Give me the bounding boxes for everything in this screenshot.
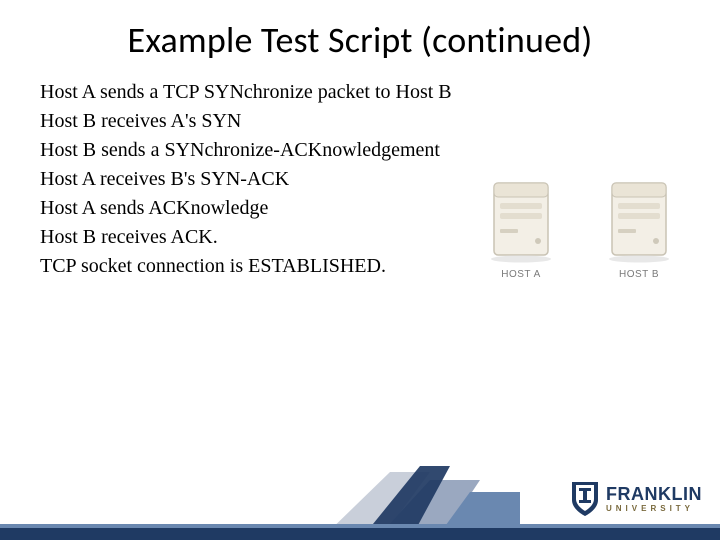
body-text: Host A sends a TCP SYNchronize packet to… [40, 78, 480, 281]
body-line: Host B receives ACK. [40, 223, 480, 252]
server-tower-icon [486, 179, 556, 263]
body-line: TCP socket connection is ESTABLISHED. [40, 252, 480, 281]
footer-base-bar [0, 528, 720, 540]
host-a-label: HOST A [501, 269, 541, 280]
body-line: Host A sends ACKnowledge [40, 194, 480, 223]
slide-footer: FRANKLIN UNIVERSITY [0, 460, 720, 540]
logo-subname: UNIVERSITY [606, 505, 702, 513]
logo-text: FRANKLIN UNIVERSITY [606, 485, 702, 513]
hosts-illustration: HOST A HOST B [475, 160, 685, 280]
logo-name: FRANKLIN [606, 485, 702, 503]
host-a: HOST A [475, 179, 567, 280]
server-tower-icon [604, 179, 674, 263]
host-b: HOST B [593, 179, 685, 280]
body-line: Host A receives B's SYN-ACK [40, 165, 480, 194]
franklin-logo: FRANKLIN UNIVERSITY [570, 480, 702, 518]
body-line: Host A sends a TCP SYNchronize packet to… [40, 78, 480, 107]
slide: Example Test Script (continued) Host A s… [0, 0, 720, 540]
body-line: Host B receives A's SYN [40, 107, 480, 136]
body-line: Host B sends a SYNchronize-ACKnowledgeme… [40, 136, 480, 165]
franklin-crest-icon [570, 480, 600, 518]
slide-title: Example Test Script (continued) [0, 18, 720, 62]
host-b-label: HOST B [619, 269, 659, 280]
